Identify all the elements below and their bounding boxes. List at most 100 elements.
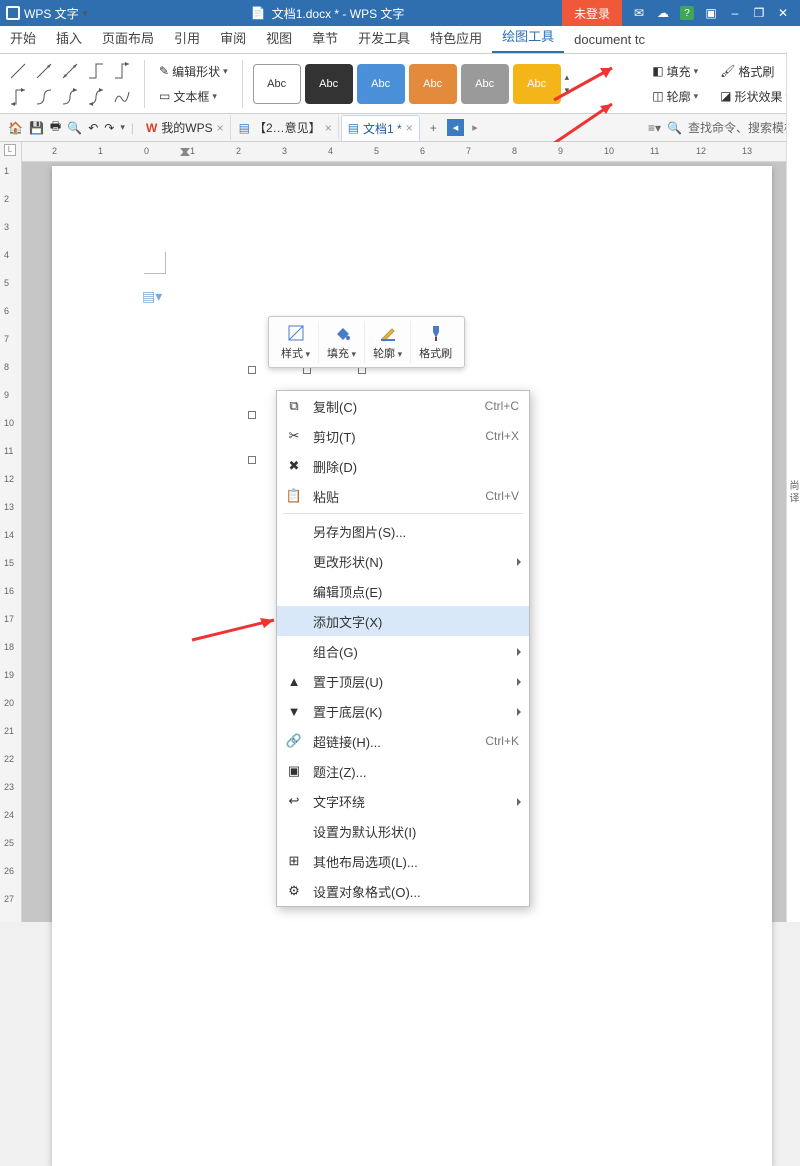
line-shape-icon[interactable] xyxy=(110,59,134,83)
redo-icon[interactable]: ↷ xyxy=(104,121,114,135)
tabscroll-left-button[interactable]: ◂ xyxy=(447,119,465,136)
tabscroll-right-button[interactable]: ▸ xyxy=(466,119,484,136)
mini-style-button[interactable]: 样式 ▾ xyxy=(273,321,318,363)
menu-item[interactable]: ⧉复制(C)Ctrl+C xyxy=(277,391,529,421)
preview-icon[interactable]: 🔍 xyxy=(67,121,82,135)
shape-style-gallery[interactable]: Abc Abc Abc Abc Abc Abc ▴ ▾ xyxy=(253,64,570,104)
home-icon[interactable]: 🏠 xyxy=(8,121,23,135)
line-shape-icon[interactable] xyxy=(6,59,30,83)
doc-tab-mywps[interactable]: W 我的WPS × xyxy=(140,115,231,140)
resize-handle-nw[interactable] xyxy=(248,366,256,374)
help-icon[interactable]: ? xyxy=(680,6,694,20)
tab-devtools[interactable]: 开发工具 xyxy=(348,22,420,53)
line-shape-icon[interactable] xyxy=(6,85,30,109)
line-shape-icon[interactable] xyxy=(110,85,134,109)
tab-view[interactable]: 视图 xyxy=(256,22,302,53)
login-button[interactable]: 未登录 xyxy=(562,0,622,26)
style-preset-5[interactable]: Abc xyxy=(461,64,509,104)
doc-tab-2[interactable]: ▤ 【2…意见】 × xyxy=(233,115,339,140)
style-preset-3[interactable]: Abc xyxy=(357,64,405,104)
menu-item[interactable]: 编辑顶点(E) xyxy=(277,576,529,606)
menu-item[interactable]: 添加文字(X) xyxy=(277,606,529,636)
menu-item[interactable]: ✖删除(D) xyxy=(277,451,529,481)
line-shape-icon[interactable] xyxy=(84,85,108,109)
menu-item[interactable]: 另存为图片(S)... xyxy=(277,516,529,546)
menu-item[interactable]: ▣题注(Z)... xyxy=(277,756,529,786)
search-icon[interactable]: 🔍 xyxy=(667,121,682,135)
tab-start[interactable]: 开始 xyxy=(0,22,46,53)
ruler-tick-label: 25 xyxy=(4,838,14,848)
menu-item[interactable]: ▼置于底层(K) xyxy=(277,696,529,726)
paragraph-tag-icon[interactable]: ▤▾ xyxy=(142,288,162,305)
edit-shape-button[interactable]: ✎编辑形状▾ xyxy=(155,61,232,82)
cloud-icon[interactable]: ☁ xyxy=(656,6,670,20)
text-box-button[interactable]: ▭文本框▾ xyxy=(155,86,232,107)
indent-marker-icon[interactable] xyxy=(180,144,190,162)
menu-item[interactable]: ↩文字环绕 xyxy=(277,786,529,816)
outline-button[interactable]: ◫轮廓▾ xyxy=(648,86,702,107)
menu-item[interactable]: ⊞其他布局选项(L)... xyxy=(277,846,529,876)
mini-format-painter-button[interactable]: 格式刷 xyxy=(410,321,460,363)
tab-special[interactable]: 特色应用 xyxy=(420,22,492,53)
menu-item[interactable]: 设置为默认形状(I) xyxy=(277,816,529,846)
menu-item[interactable]: ▲置于顶层(U) xyxy=(277,666,529,696)
resize-handle-w[interactable] xyxy=(248,411,256,419)
line-shape-icon[interactable] xyxy=(58,85,82,109)
menu-item-label: 文字环绕 xyxy=(313,792,519,811)
maximize-button[interactable]: ❐ xyxy=(752,6,766,20)
style-gallery-scroll[interactable]: ▴ ▾ xyxy=(565,72,570,96)
menu-item[interactable]: 🔗超链接(H)...Ctrl+K xyxy=(277,726,529,756)
mini-fill-button[interactable]: 填充 ▾ xyxy=(318,321,364,363)
style-preset-2[interactable]: Abc xyxy=(305,64,353,104)
close-button[interactable]: ✕ xyxy=(776,6,790,20)
list-icon[interactable]: ≡▾ xyxy=(648,121,661,135)
menu-item[interactable]: ⚙设置对象格式(O)... xyxy=(277,876,529,906)
horizontal-ruler[interactable]: 21012345678910111213 xyxy=(22,142,800,162)
tab-review[interactable]: 审阅 xyxy=(210,22,256,53)
save-icon[interactable]: 💾 xyxy=(29,121,44,135)
vertical-ruler[interactable]: L 12345678910111213141516171819202122232… xyxy=(0,142,22,922)
close-icon[interactable]: × xyxy=(217,121,224,135)
close-icon[interactable]: × xyxy=(406,121,413,135)
style-preset-6[interactable]: Abc xyxy=(513,64,561,104)
msg-icon[interactable]: ✉ xyxy=(632,6,646,20)
chevron-down-icon[interactable]: ▾ xyxy=(565,85,570,96)
tab-insert[interactable]: 插入 xyxy=(46,22,92,53)
line-shape-icon[interactable] xyxy=(84,59,108,83)
add-tab-button[interactable]: + xyxy=(422,121,445,135)
menu-item[interactable]: 更改形状(N) xyxy=(277,546,529,576)
right-side-panel[interactable]: 尚 译 xyxy=(786,52,800,922)
qat-dropdown-icon[interactable]: ▾ xyxy=(120,122,125,133)
mini-outline-button[interactable]: 轮廓 ▾ xyxy=(364,321,410,363)
undo-icon[interactable]: ↶ xyxy=(88,121,98,135)
chevron-up-icon[interactable]: ▴ xyxy=(565,72,570,83)
tab-drawing-tools[interactable]: 绘图工具 xyxy=(492,20,564,53)
resize-handle-sw[interactable] xyxy=(248,456,256,464)
app-dropdown-icon[interactable]: ▾ xyxy=(83,8,88,19)
minimize-button[interactable]: – xyxy=(728,6,742,20)
line-shape-icon[interactable] xyxy=(32,59,56,83)
print-icon[interactable]: 🖶 xyxy=(50,117,61,138)
shape-effect-button[interactable]: ◪形状效果▾ xyxy=(716,86,794,107)
menu-item[interactable]: ✂剪切(T)Ctrl+X xyxy=(277,421,529,451)
ruler-corner[interactable]: L xyxy=(4,144,16,156)
format-painter-button[interactable]: 🖌格式刷 xyxy=(716,61,794,82)
menu-item[interactable]: 组合(G) xyxy=(277,636,529,666)
tab-page-layout[interactable]: 页面布局 xyxy=(92,22,164,53)
tab-doc-tc[interactable]: document tc xyxy=(564,26,655,53)
line-shapes-gallery[interactable] xyxy=(6,59,134,109)
doc-tab-active[interactable]: ▤ 文档1 * × xyxy=(341,115,420,141)
fill-button[interactable]: ◧填充▾ xyxy=(648,61,702,82)
line-shape-icon[interactable] xyxy=(58,59,82,83)
panel-icon[interactable]: ▣ xyxy=(704,6,718,20)
line-shape-icon[interactable] xyxy=(32,85,56,109)
menu-item[interactable]: 📋粘贴Ctrl+V xyxy=(277,481,529,511)
edit-shape-icon: ✎ xyxy=(159,64,169,78)
close-icon[interactable]: × xyxy=(325,121,332,135)
tab-chapter[interactable]: 章节 xyxy=(302,22,348,53)
style-preset-1[interactable]: Abc xyxy=(253,64,301,104)
app-brand[interactable]: WPS 文字 ▾ xyxy=(0,5,93,22)
tab-references[interactable]: 引用 xyxy=(164,22,210,53)
style-preset-4[interactable]: Abc xyxy=(409,64,457,104)
search-placeholder[interactable]: 查找命令、搜索模板 xyxy=(688,119,796,136)
